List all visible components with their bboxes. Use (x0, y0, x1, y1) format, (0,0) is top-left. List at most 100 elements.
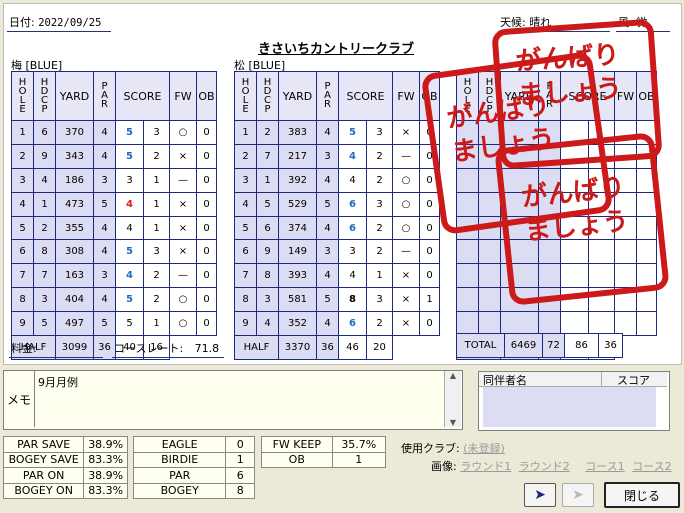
hole-yard: 473 (55, 191, 94, 217)
hole-number: 2 (11, 143, 34, 169)
hole-ob: 0 (196, 143, 217, 169)
course-name: きさいちカントリークラブ (258, 42, 415, 57)
hole-ob: 0 (196, 311, 217, 337)
stat-value: 8 (225, 482, 255, 499)
hole-ob: 1 (419, 287, 440, 313)
hole-number: 6 (234, 239, 257, 265)
stat-value: 0 (225, 436, 255, 453)
hole-score: 5 (115, 239, 144, 265)
empty-cell (478, 239, 501, 265)
hole-row: 1 2 383 4 5 3 × 0 (234, 120, 440, 145)
scroll-down-icon[interactable]: ▼ (445, 418, 461, 427)
hole-par: 3 (93, 263, 116, 289)
hole-row: 9 4 352 4 6 2 × 0 (234, 311, 440, 337)
hole-putts: 2 (366, 167, 393, 193)
hole-yard: 497 (55, 311, 94, 337)
next-button[interactable]: ➤ (562, 483, 594, 507)
hole-par: 3 (316, 143, 339, 169)
total-label: TOTAL (456, 333, 505, 358)
hole-score: 6 (338, 191, 367, 217)
hole-par: 4 (316, 215, 339, 241)
hole-yard: 308 (55, 239, 94, 265)
hole-fw: — (169, 263, 197, 289)
hole-score: 4 (338, 167, 367, 193)
hole-par: 5 (316, 287, 339, 313)
hole-putts: 2 (366, 143, 393, 169)
companions-header: 同伴者名 スコア (479, 372, 667, 387)
hole-fw: ○ (392, 167, 420, 193)
stat-row: BOGEY ON 83.3% (2, 482, 128, 499)
hole-number: 3 (11, 167, 34, 193)
half-yard: 3370 (278, 335, 317, 360)
hole-number: 4 (234, 191, 257, 217)
ganbarimashou-stamp: がんばり ましょう (494, 132, 670, 306)
hole-row: 5 6 374 4 6 2 ○ 0 (234, 215, 440, 241)
hole-fw: × (392, 120, 420, 145)
hole-row: 8 3 581 5 8 3 × 1 (234, 287, 440, 313)
half-score: 46 (338, 335, 367, 360)
empty-hole-row (456, 311, 657, 337)
hole-hdcp: 6 (256, 215, 279, 241)
hole-hdcp: 1 (33, 191, 56, 217)
companions-body[interactable] (483, 387, 656, 427)
total-row-table: TOTAL 6469 72 86 36 (456, 333, 623, 358)
memo-text[interactable]: 9月月例 (38, 374, 78, 390)
col-yard: YARD (278, 71, 317, 121)
stat-label: FW KEEP (261, 436, 333, 453)
image-round2-link[interactable]: ラウンド2 (519, 460, 570, 473)
hole-fw: ○ (392, 215, 420, 241)
hole-hdcp: 4 (33, 167, 56, 193)
hole-yard: 392 (278, 167, 317, 193)
empty-cell (456, 287, 479, 313)
hole-yard: 404 (55, 287, 94, 313)
hole-number: 5 (234, 215, 257, 241)
image-course1-link[interactable]: コース1 (585, 460, 624, 473)
hole-score: 4 (115, 263, 144, 289)
hole-fw: — (392, 239, 420, 265)
stat-row: BOGEY 8 (132, 482, 255, 499)
arrow-left-icon: ➤ (534, 487, 546, 503)
stat-value: 1 (331, 451, 387, 468)
image-course2-link[interactable]: コース2 (632, 460, 671, 473)
hole-hdcp: 2 (256, 120, 279, 145)
total-par: 72 (542, 333, 565, 358)
hole-putts: 1 (366, 263, 393, 289)
hole-par: 4 (93, 215, 116, 241)
hole-row: 2 7 217 3 4 2—0 (234, 143, 440, 169)
stat-label: BOGEY ON (2, 482, 85, 499)
hole-number: 8 (234, 287, 257, 313)
stat-row: OB 1 (261, 451, 387, 468)
hole-par: 5 (93, 311, 116, 337)
scroll-up-icon[interactable]: ▲ (445, 371, 461, 380)
hole-hdcp: 9 (256, 239, 279, 265)
empty-cell (588, 311, 615, 337)
stat-label: EAGLE (132, 436, 227, 453)
total-putts: 36 (598, 333, 623, 358)
hole-ob: 0 (196, 287, 217, 313)
hole-ob: 0 (196, 263, 217, 289)
hole-hdcp: 5 (256, 191, 279, 217)
col-hole: HOLE (11, 71, 34, 121)
hole-fw: ○ (392, 191, 420, 217)
half-label: HALF (234, 335, 279, 360)
hole-hdcp: 1 (256, 167, 279, 193)
hole-ob: 0 (419, 215, 440, 241)
hole-score: 4 (338, 143, 367, 169)
hole-ob: 0 (419, 239, 440, 265)
hole-fw: — (392, 143, 420, 169)
hole-hdcp: 2 (33, 215, 56, 241)
hole-ob: 0 (419, 191, 440, 217)
stats-mid-table: EAGLE 0 BIRDIE 1 PAR 6 BOGEY 8 (132, 436, 255, 499)
hole-hdcp: 6 (33, 120, 56, 145)
half-blank (393, 336, 440, 360)
memo-scrollbar[interactable]: ▲ ▼ (444, 371, 461, 427)
empty-cell (456, 263, 479, 289)
stat-row: BIRDIE 1 (132, 451, 255, 468)
hole-putts: 3 (366, 191, 393, 217)
hole-number: 7 (11, 263, 34, 289)
club-link[interactable]: (未登録) (463, 442, 505, 455)
image-round1-link[interactable]: ラウンド1 (460, 460, 511, 473)
prev-button[interactable]: ➤ (524, 483, 556, 507)
empty-cell (478, 263, 501, 289)
close-button[interactable]: 閉じる (604, 482, 680, 508)
